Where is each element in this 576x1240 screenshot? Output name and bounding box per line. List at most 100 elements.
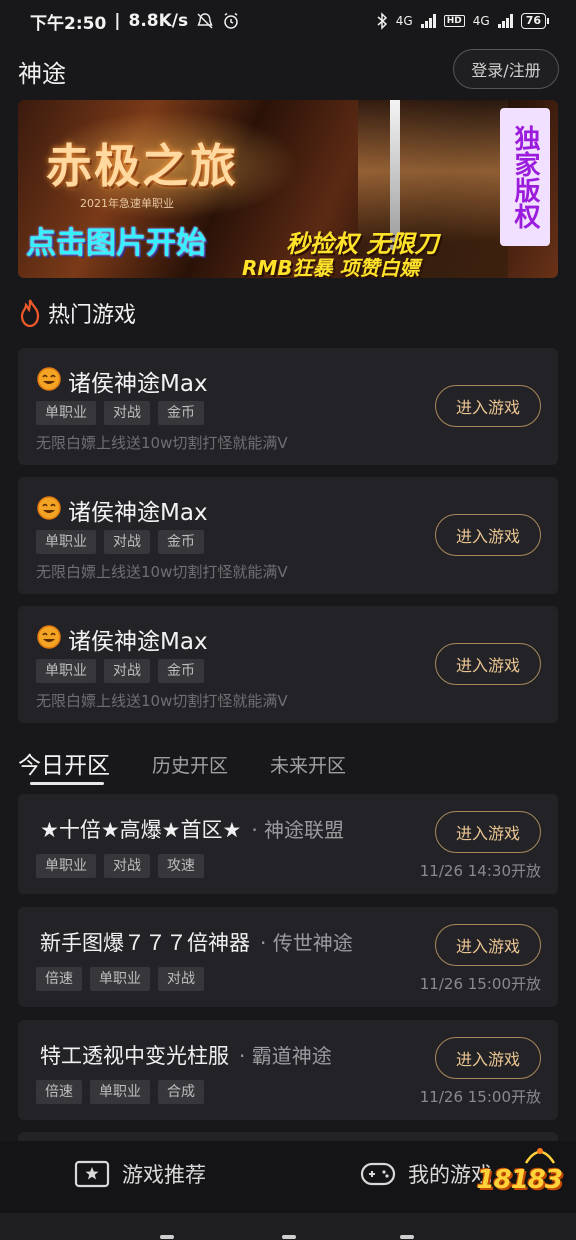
server-open-time: 11/26 15:00开放 (419, 1088, 541, 1106)
server-open-time: 11/26 14:30开放 (419, 862, 541, 880)
smile-emoji-icon (37, 367, 61, 391)
game-name: 诸侯神途Max (68, 371, 208, 397)
signal-icon (420, 14, 436, 28)
home-key-icon[interactable] (282, 1235, 296, 1239)
server-name: 新手图爆７７７倍神器 (40, 931, 250, 955)
server-tag: 单职业 (90, 967, 150, 991)
banner-title: 赤极之旅 (46, 139, 238, 193)
net-label-1: 4G (395, 14, 413, 28)
game-tag: 单职业 (36, 659, 96, 683)
tab-future[interactable]: 未来开区 (270, 742, 346, 778)
server-tag: 单职业 (90, 1080, 150, 1104)
game-tag: 对战 (104, 659, 150, 683)
status-bar: 下午2:50 | 8.8K/s 4G HD 4G 76 (0, 0, 576, 42)
nav-recommend-label: 游戏推荐 (122, 1163, 206, 1187)
status-left: 下午2:50 | 8.8K/s (30, 9, 240, 34)
game-description: 无限白嫖上线送10w切割打怪就能满V (36, 434, 288, 452)
server-game-name: · 霸道神途 (239, 1044, 332, 1068)
hd-badge: HD (443, 15, 465, 27)
alarm-icon (224, 12, 238, 29)
hot-games-header: 热门游戏 (18, 296, 136, 330)
server-tag: 倍速 (36, 967, 82, 991)
server-card[interactable]: ★十倍★高爆★首区★ · 神途联盟 单职业 对战 攻速 进入游戏 11/26 14… (18, 794, 558, 894)
game-tag: 单职业 (36, 530, 96, 554)
banner-badge: 独家版权 (500, 108, 550, 246)
recommend-icon (74, 1160, 110, 1188)
game-tag: 金币 (158, 530, 204, 554)
enter-game-button[interactable]: 进入游戏 (435, 643, 541, 685)
game-tag: 对战 (104, 401, 150, 425)
server-title: 特工透视中变光柱服 · 霸道神途 (40, 1040, 332, 1070)
server-card[interactable]: 特工透视中变光柱服 · 霸道神途 倍速 单职业 合成 进入游戏 11/26 15:… (18, 1020, 558, 1120)
system-nav-bar (0, 1213, 576, 1240)
banner-subtitle: 2021年急速单职业 (80, 197, 174, 210)
net-label-2: 4G (472, 14, 490, 28)
server-tag: 单职业 (36, 854, 96, 878)
promo-banner[interactable]: 赤极之旅 2021年急速单职业 点击图片开始 秒捡权 无限刀 RMB狂暴 项赞白… (18, 100, 558, 278)
game-card[interactable]: 诸侯神途Max 单职业 对战 金币 无限白嫖上线送10w切割打怪就能满V 进入游… (18, 348, 558, 465)
bell-off-icon (197, 13, 213, 29)
site-logo: 18183 (476, 1165, 563, 1195)
game-card[interactable]: 诸侯神途Max 单职业 对战 金币 无限白嫖上线送10w切割打怪就能满V 进入游… (18, 606, 558, 723)
server-title: ★十倍★高爆★首区★ · 神途联盟 (40, 814, 344, 844)
header: 神途 登录/注册 (0, 46, 576, 94)
game-description: 无限白嫖上线送10w切割打怪就能满V (36, 563, 288, 581)
server-tags: 倍速 单职业 合成 (36, 1080, 204, 1104)
game-name: 诸侯神途Max (68, 629, 208, 655)
server-tag: 合成 (158, 1080, 204, 1104)
server-tag: 对战 (104, 854, 150, 878)
server-name: 特工透视中变光柱服 (40, 1044, 229, 1068)
smile-emoji-icon (37, 496, 61, 520)
enter-game-button[interactable]: 进入游戏 (435, 514, 541, 556)
server-tag: 倍速 (36, 1080, 82, 1104)
server-tabs: 今日开区 历史开区 未来开区 (18, 742, 388, 788)
bottom-nav: 游戏推荐 我的游戏 18183 (0, 1141, 576, 1213)
nav-my-games[interactable]: 我的游戏 (360, 1159, 492, 1189)
server-tags: 单职业 对战 攻速 (36, 854, 204, 878)
server-open-time: 11/26 15:00开放 (419, 975, 541, 993)
enter-game-button[interactable]: 进入游戏 (435, 924, 541, 966)
page-title: 神途 (18, 60, 66, 88)
game-name: 诸侯神途Max (68, 500, 208, 526)
game-tags: 单职业 对战 金币 (36, 530, 204, 554)
enter-game-button[interactable]: 进入游戏 (435, 811, 541, 853)
server-game-name: · 传世神途 (260, 931, 353, 955)
server-card[interactable]: 新手图爆７７７倍神器 · 传世神途 倍速 单职业 对战 进入游戏 11/26 15… (18, 907, 558, 1007)
hot-games-label: 热门游戏 (48, 303, 137, 328)
status-right: 4G HD 4G 76 (376, 12, 550, 30)
game-tag: 单职业 (36, 401, 96, 425)
server-tags: 倍速 单职业 对战 (36, 967, 204, 991)
login-register-button[interactable]: 登录/注册 (453, 49, 559, 89)
battery-icon: 76 (520, 13, 550, 29)
banner-cta: 点击图片开始 (26, 226, 206, 261)
tab-history[interactable]: 历史开区 (152, 742, 228, 778)
tab-today[interactable]: 今日开区 (18, 742, 110, 785)
game-tags: 单职业 对战 金币 (36, 401, 204, 425)
game-description: 无限白嫖上线送10w切割打怪就能满V (36, 692, 288, 710)
server-name: ★十倍★高爆★首区★ (40, 818, 242, 842)
game-tag: 对战 (104, 530, 150, 554)
banner-slogan-2: RMB狂暴 项赞白嫖 (242, 256, 420, 278)
game-tag: 金币 (158, 401, 204, 425)
smile-emoji-icon (37, 625, 61, 649)
status-speed: 8.8K/s (128, 11, 189, 31)
back-key-icon[interactable] (400, 1235, 414, 1239)
logo-decoration-icon (524, 1148, 556, 1164)
server-title: 新手图爆７７７倍神器 · 传世神途 (40, 927, 353, 957)
enter-game-button[interactable]: 进入游戏 (435, 1037, 541, 1079)
server-game-name: · 神途联盟 (251, 818, 345, 842)
menu-key-icon[interactable] (160, 1235, 174, 1239)
server-tag: 攻速 (158, 854, 204, 878)
game-tags: 单职业 对战 金币 (36, 659, 204, 683)
signal-icon-2 (497, 14, 513, 28)
fire-icon (20, 299, 40, 327)
status-divider: | (114, 11, 121, 31)
gamepad-icon (360, 1162, 396, 1186)
bluetooth-icon (377, 12, 387, 30)
nav-game-recommend[interactable]: 游戏推荐 (74, 1159, 206, 1189)
enter-game-button[interactable]: 进入游戏 (435, 385, 541, 427)
game-tag: 金币 (158, 659, 204, 683)
status-time: 下午2:50 (30, 13, 107, 34)
game-card[interactable]: 诸侯神途Max 单职业 对战 金币 无限白嫖上线送10w切割打怪就能满V 进入游… (18, 477, 558, 594)
server-tag: 对战 (158, 967, 204, 991)
